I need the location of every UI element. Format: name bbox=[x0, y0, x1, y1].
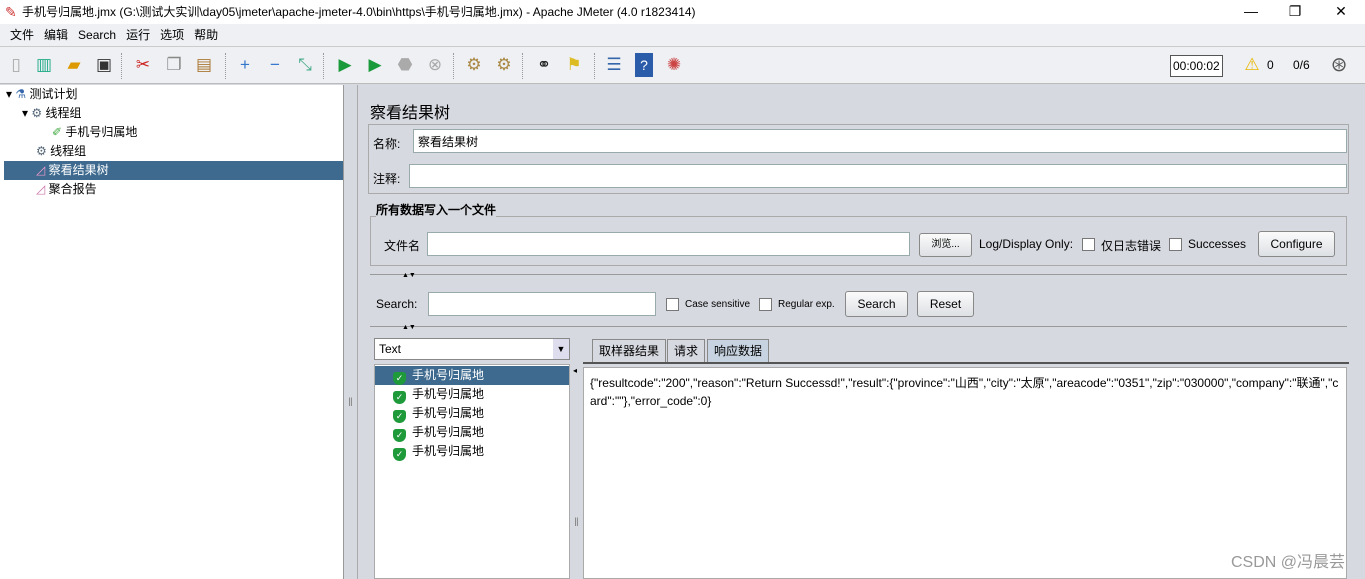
comment-field[interactable] bbox=[409, 164, 1347, 188]
result-item[interactable]: ✓ 手机号归属地 bbox=[375, 442, 569, 461]
watermark: CSDN @冯晨芸 bbox=[1231, 554, 1346, 571]
open-icon[interactable]: ▰ bbox=[62, 53, 86, 77]
success-shield-icon: ✓ bbox=[393, 372, 406, 385]
tree-node-http-sampler[interactable]: ✐ 手机号归属地 bbox=[52, 123, 137, 142]
renderer-select[interactable]: Text ▼ bbox=[374, 338, 570, 360]
success-shield-icon: ✓ bbox=[393, 410, 406, 423]
errors-only-checkbox[interactable] bbox=[1082, 238, 1095, 251]
clear-all-icon[interactable]: ⚙ bbox=[492, 53, 516, 77]
filename-label: 文件名 bbox=[384, 239, 421, 253]
menu-edit[interactable]: 编辑 bbox=[44, 28, 68, 42]
result-item[interactable]: ✓ 手机号归属地 bbox=[375, 366, 569, 385]
collapse-arrows-icon[interactable]: ▲▼ bbox=[402, 272, 416, 279]
reset-button[interactable]: Reset bbox=[917, 291, 974, 317]
browse-button[interactable]: 浏览... bbox=[919, 233, 972, 257]
search-button[interactable]: Search bbox=[845, 291, 908, 317]
split-arrow-icon[interactable]: ◂ bbox=[573, 366, 577, 375]
thread-count: 0/6 bbox=[1293, 58, 1310, 72]
tree-node-thread-group[interactable]: ▾ ⚙ 线程组 bbox=[22, 104, 81, 123]
gear-icon: ⚙ bbox=[36, 144, 47, 158]
toolbar: ▯ ▥ ▰ ▣ ✂ ❐ ▤ + − ⤡ ▶ ▶ ⬣ ⊗ ⚙ ⚙ ⚭ ⚑ ☰ ? … bbox=[0, 46, 1365, 84]
divider[interactable] bbox=[370, 274, 1347, 275]
case-sensitive-checkbox[interactable] bbox=[666, 298, 679, 311]
menu-run[interactable]: 运行 bbox=[126, 28, 150, 42]
collapse-arrows-icon[interactable]: ▲▼ bbox=[402, 324, 416, 331]
menu-file[interactable]: 文件 bbox=[10, 28, 34, 42]
stop-icon[interactable]: ⬣ bbox=[393, 53, 417, 77]
flask-icon: ⚗ bbox=[15, 87, 27, 101]
chart-icon: ◿ bbox=[36, 163, 46, 177]
pipette-icon: ✐ bbox=[52, 125, 63, 139]
menu-options[interactable]: 选项 bbox=[160, 28, 184, 42]
menu-help[interactable]: 帮助 bbox=[194, 28, 218, 42]
menu-search[interactable]: Search bbox=[78, 28, 116, 42]
result-item[interactable]: ✓ 手机号归属地 bbox=[375, 404, 569, 423]
gear-icon: ⚙ bbox=[31, 106, 43, 120]
paste-icon[interactable]: ▤ bbox=[192, 53, 216, 77]
menu-bar: 文件 编辑 Search 运行 选项 帮助 bbox=[0, 24, 1365, 46]
successes-label: Successes bbox=[1188, 237, 1247, 251]
comment-label: 注释: bbox=[373, 172, 401, 186]
search-label: Search: bbox=[376, 297, 418, 311]
result-item[interactable]: ✓ 手机号归属地 bbox=[375, 385, 569, 404]
tab-request[interactable]: 请求 bbox=[667, 339, 706, 363]
panel-title: 察看结果树 bbox=[370, 105, 451, 122]
test-plan-tree: ▾ ⚗ 测试计划 ▾ ⚙ 线程组 ✐ 手机号归属地 ⚙ 线程组 ◿ 察看结果树 … bbox=[0, 85, 344, 579]
chart-icon: ◿ bbox=[36, 182, 46, 196]
close-button[interactable]: ✕ bbox=[1318, 0, 1364, 24]
help-icon[interactable]: ? bbox=[635, 53, 653, 77]
tree-node-aggregate-report[interactable]: ◿ 聚合报告 bbox=[36, 180, 97, 199]
warning-icon[interactable]: ⚠ bbox=[1240, 53, 1264, 77]
regex-label: Regular exp. bbox=[778, 299, 835, 310]
function-helper-icon[interactable]: ☰ bbox=[602, 53, 626, 77]
result-item[interactable]: ✓ 手机号归属地 bbox=[375, 423, 569, 442]
case-sensitive-label: Case sensitive bbox=[685, 299, 751, 310]
start-icon[interactable]: ▶ bbox=[333, 53, 357, 77]
templates-icon[interactable]: ▥ bbox=[32, 53, 56, 77]
maximize-button[interactable]: ❐ bbox=[1272, 0, 1318, 24]
splitter[interactable]: ‖ bbox=[344, 85, 358, 579]
success-shield-icon: ✓ bbox=[393, 391, 406, 404]
filename-field[interactable] bbox=[427, 232, 910, 256]
remote-icon[interactable]: ✺ bbox=[662, 53, 686, 77]
success-shield-icon: ✓ bbox=[393, 429, 406, 442]
window-title: 手机号归属地.jmx (G:\测试大实训\day05\jmeter\apache… bbox=[22, 5, 696, 19]
start-no-pause-icon[interactable]: ▶ bbox=[363, 53, 387, 77]
save-icon[interactable]: ▣ bbox=[92, 53, 116, 77]
file-section-title: 所有数据写入一个文件 bbox=[376, 201, 497, 218]
configure-button[interactable]: Configure bbox=[1258, 231, 1335, 257]
chevron-down-icon[interactable]: ▼ bbox=[553, 339, 569, 359]
new-icon[interactable]: ▯ bbox=[4, 53, 28, 77]
errors-only-label: 仅日志错误 bbox=[1101, 239, 1162, 253]
tree-node-view-results-tree[interactable]: ◿ 察看结果树 bbox=[4, 161, 343, 180]
collapse-icon[interactable]: − bbox=[263, 53, 287, 77]
tab-sampler-result[interactable]: 取样器结果 bbox=[592, 339, 667, 363]
warning-count: 0 bbox=[1267, 58, 1274, 72]
reset-search-broom-icon[interactable]: ⚑ bbox=[562, 53, 586, 77]
successes-checkbox[interactable] bbox=[1169, 238, 1182, 251]
tree-node-thread-group-2[interactable]: ⚙ 线程组 bbox=[36, 142, 86, 161]
title-bar: ✎ 手机号归属地.jmx (G:\测试大实训\day05\jmeter\apac… bbox=[0, 0, 1365, 24]
jmeter-logo-icon: ✎ bbox=[5, 4, 17, 20]
elapsed-timer: 00:00:02 bbox=[1170, 55, 1223, 77]
minimize-button[interactable]: — bbox=[1228, 0, 1274, 24]
name-field[interactable] bbox=[413, 129, 1347, 153]
status-indicator-icon: ⊛ bbox=[1330, 54, 1348, 76]
regex-checkbox[interactable] bbox=[759, 298, 772, 311]
splitter-handle[interactable]: ‖ bbox=[574, 515, 579, 529]
tree-node-test-plan[interactable]: ▾ ⚗ 测试计划 bbox=[6, 85, 77, 104]
tab-response-data[interactable]: 响应数据 bbox=[707, 339, 770, 363]
cut-icon[interactable]: ✂ bbox=[131, 53, 155, 77]
shutdown-icon[interactable]: ⊗ bbox=[423, 53, 447, 77]
log-display-label: Log/Display Only: bbox=[979, 237, 1074, 251]
copy-icon[interactable]: ❐ bbox=[162, 53, 186, 77]
clear-icon[interactable]: ⚙ bbox=[462, 53, 486, 77]
toggle-icon[interactable]: ⤡ bbox=[293, 53, 317, 77]
success-shield-icon: ✓ bbox=[393, 448, 406, 461]
expand-icon[interactable]: + bbox=[233, 53, 257, 77]
name-label: 名称: bbox=[373, 137, 401, 151]
search-binoculars-icon[interactable]: ⚭ bbox=[532, 53, 556, 77]
search-input[interactable] bbox=[428, 292, 656, 316]
